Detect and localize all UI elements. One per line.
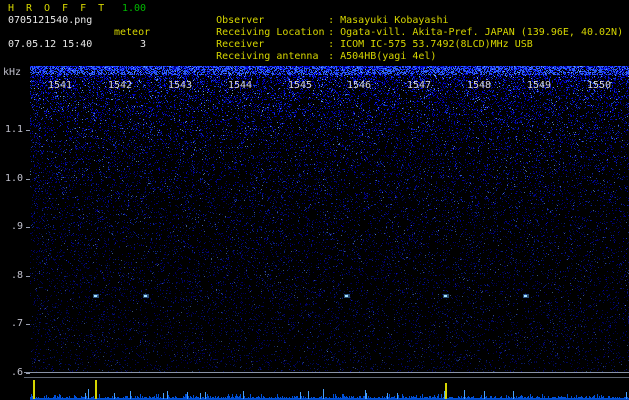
info-colon: : [328,51,335,62]
time-tick-label: 1549 [526,80,552,91]
app-title: HROFFT [8,3,117,14]
info-label: Receiver [216,39,265,50]
freq-tick-label: .7 [10,318,23,329]
time-tick-label: 1546 [346,80,372,91]
spectrogram-canvas [30,66,629,373]
observation-datetime: 07.05.12 15:40 [8,39,93,50]
info-value: Ogata-vill. Akita-Pref. JAPAN (139.96E, … [340,27,624,38]
info-colon: : [328,27,335,38]
signal-level-strip-canvas [0,378,629,400]
time-tick-label: 1543 [167,80,193,91]
info-label: Observer [216,15,265,26]
info-label: Receiving Location [216,27,325,38]
info-row-observer: Observer: Masayuki Kobayashi [180,3,623,26]
info-colon: : [328,15,335,26]
time-tick-label: 1545 [287,80,313,91]
hrofft-screen: HROFFT 1.00 0705121540.png meteor 07.05.… [0,0,629,400]
observation-mode: meteor [114,27,151,38]
info-value: A504HB(yagi 4el) [340,51,437,62]
info-value: Masayuki Kobayashi [340,15,449,26]
time-tick-label: 1548 [466,80,492,91]
freq-tick-label: 1.1 [4,124,23,135]
separator-line-upper [24,372,629,373]
time-tick-label: 1550 [586,80,612,91]
freq-tick-mark [26,373,30,374]
info-value: ICOM IC-575 53.7492(8LCD)MHz USB [340,39,533,50]
time-tick-label: 1547 [406,80,432,91]
meteor-count: 3 [140,39,147,50]
output-filename: 0705121540.png [8,15,93,26]
info-colon: : [328,39,335,50]
freq-tick-label: 1.0 [4,173,23,184]
time-tick-label: 1541 [47,80,73,91]
time-tick-label: 1542 [107,80,133,91]
info-label: Receiving antenna [216,51,319,62]
freq-tick-label: .8 [10,270,23,281]
frequency-axis-unit-label: kHz [3,67,22,78]
time-tick-label: 1544 [227,80,253,91]
app-version: 1.00 [122,3,147,14]
freq-tick-label: .9 [10,221,23,232]
station-info: Observer: Masayuki Kobayashi Receiving Lo… [180,3,624,62]
